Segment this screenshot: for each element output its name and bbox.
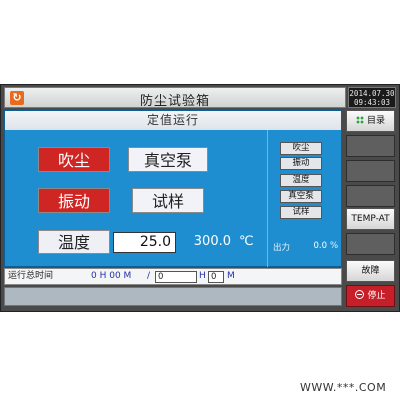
grid-icon: [355, 116, 364, 124]
status-vacuum-pump: 真空泵: [280, 190, 322, 203]
control-panel: 定值运行 吹尘 真空泵 振动 试样 温度 25.0 300.0 ℃ 吹尘 振动 …: [4, 110, 342, 267]
output-label: 出力: [273, 243, 291, 253]
time-text: 09:43:03: [353, 98, 391, 107]
menu-button[interactable]: 目录: [346, 110, 395, 132]
runtime-bar: 运行总时间 0 H 00 M / 0 H 0 M: [4, 268, 342, 285]
mode-button-vacuum-pump[interactable]: 真空泵: [128, 147, 208, 172]
mode-button-dust-blow[interactable]: 吹尘: [38, 147, 110, 172]
mode-button-sample[interactable]: 试样: [132, 188, 204, 213]
runtime-minutes-unit: M: [227, 271, 235, 281]
status-dust-blow: 吹尘: [280, 142, 322, 155]
menu-button-label: 目录: [366, 116, 385, 126]
temperature-unit: ℃: [239, 234, 254, 249]
side-button-blank-4[interactable]: [346, 233, 395, 255]
output-unit: %: [330, 241, 339, 251]
runtime-hours-unit: H: [199, 271, 206, 281]
panel-title: 定值运行: [5, 111, 341, 130]
status-sample: 试样: [280, 206, 322, 219]
stop-button-label: 停止: [367, 291, 386, 301]
panel-divider: [267, 130, 268, 267]
temp-at-button[interactable]: TEMP-AT: [346, 208, 395, 230]
stop-icon: [355, 290, 365, 299]
fault-button[interactable]: 故障: [346, 260, 395, 282]
runtime-slash: /: [147, 271, 151, 281]
watermark-text: WWW.***.COM: [300, 381, 387, 394]
runtime-total: 0 H 00 M: [91, 271, 132, 281]
mode-button-vibration[interactable]: 振动: [38, 188, 110, 213]
stop-button[interactable]: 停止: [346, 285, 395, 307]
app-title: 防尘试验箱: [139, 94, 210, 109]
side-button-blank-1[interactable]: [346, 135, 395, 157]
temperature-value: 300.0: [193, 234, 231, 249]
runtime-hours-input[interactable]: 0: [155, 271, 197, 283]
message-bar: [4, 287, 342, 306]
clock-display: 2014.07.30 09:43:03: [348, 87, 396, 108]
date-text: 2014.07.30: [349, 89, 395, 98]
runtime-minutes-input[interactable]: 0: [208, 271, 224, 283]
side-button-blank-3[interactable]: [346, 185, 395, 207]
runtime-label: 运行总时间: [8, 271, 54, 281]
title-bar: ↻ 防尘试验箱: [4, 87, 346, 109]
temperature-label: 温度: [38, 230, 110, 254]
side-button-blank-2[interactable]: [346, 160, 395, 182]
temperature-setpoint-input[interactable]: 25.0: [113, 232, 176, 253]
status-temperature: 温度: [280, 174, 322, 187]
status-vibration: 振动: [280, 157, 322, 170]
output-value: 0.0: [313, 241, 327, 251]
